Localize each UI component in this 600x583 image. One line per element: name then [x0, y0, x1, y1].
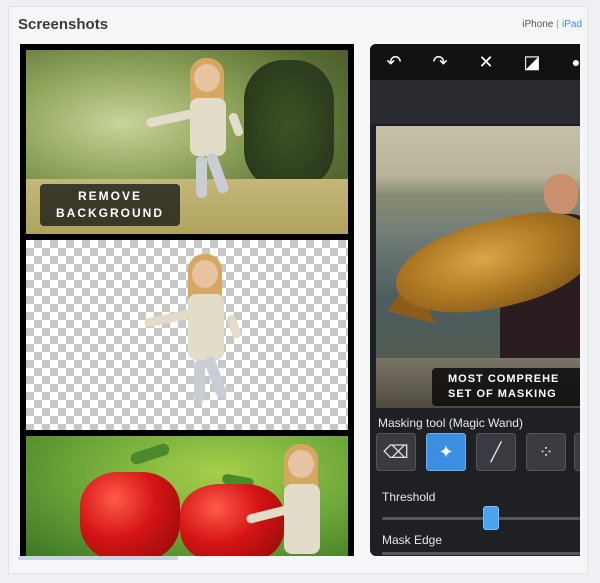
screenshot-carousel[interactable]: REMOVE BACKGROUND ↶ ↷ ✕ ◪ ● MOST COMPREH…: [18, 44, 580, 556]
photo-girl-park: REMOVE BACKGROUND: [26, 50, 348, 234]
redo-icon[interactable]: ↷: [428, 51, 452, 73]
mask-edge-slider-track[interactable]: [382, 552, 580, 555]
threshold-slider-track[interactable]: [382, 517, 580, 520]
photo-girl-peppers: [26, 436, 348, 556]
magic-wand-icon[interactable]: ✦: [426, 433, 466, 471]
masking-banner: MOST COMPREHE SET OF MASKING: [432, 368, 580, 406]
more-tools[interactable]: [574, 433, 580, 471]
photo-girl-transparent: [26, 240, 348, 430]
device-switcher: iPhone | iPad: [522, 19, 582, 30]
section-title: Screenshots: [18, 16, 109, 33]
background-tree: [244, 60, 334, 190]
man-head: [544, 174, 578, 214]
spray-brush-icon[interactable]: ⁘: [526, 433, 566, 471]
badge-line-2: BACKGROUND: [56, 206, 164, 220]
eraser-icon[interactable]: ⌫: [376, 433, 416, 471]
red-pepper: [180, 484, 284, 556]
iphone-link[interactable]: iPhone: [522, 19, 553, 30]
masking-tool-label: Masking tool (Magic Wand): [378, 416, 523, 430]
ipad-link[interactable]: iPad: [562, 19, 582, 30]
device-separator: |: [556, 19, 559, 30]
remove-background-badge: REMOVE BACKGROUND: [40, 184, 180, 226]
close-icon[interactable]: ✕: [474, 51, 498, 73]
threshold-label: Threshold: [382, 490, 436, 504]
editor-toolbar: ↶ ↷ ✕ ◪ ●: [370, 44, 580, 80]
screenshot-2[interactable]: ↶ ↷ ✕ ◪ ● MOST COMPREHE SET OF MASKING M…: [370, 44, 580, 556]
red-pepper: [80, 472, 180, 556]
banner-line-1: MOST COMPREHE: [448, 373, 560, 385]
photo-fisherman: [376, 126, 580, 408]
editor-subbar: [370, 80, 580, 124]
undo-icon[interactable]: ↶: [382, 51, 406, 73]
invert-icon[interactable]: ◪: [520, 51, 544, 73]
pepper-stem: [129, 442, 171, 466]
screenshot-1[interactable]: REMOVE BACKGROUND: [20, 44, 354, 556]
threshold-slider-knob[interactable]: [482, 506, 499, 530]
horizontal-scrollbar[interactable]: [18, 556, 178, 560]
more-icon[interactable]: ●: [566, 51, 580, 73]
badge-line-1: REMOVE: [77, 189, 142, 203]
brush-icon[interactable]: ╱: [476, 433, 516, 471]
banner-line-2: SET OF MASKING: [448, 388, 557, 400]
mask-edge-label: Mask Edge: [382, 533, 443, 547]
